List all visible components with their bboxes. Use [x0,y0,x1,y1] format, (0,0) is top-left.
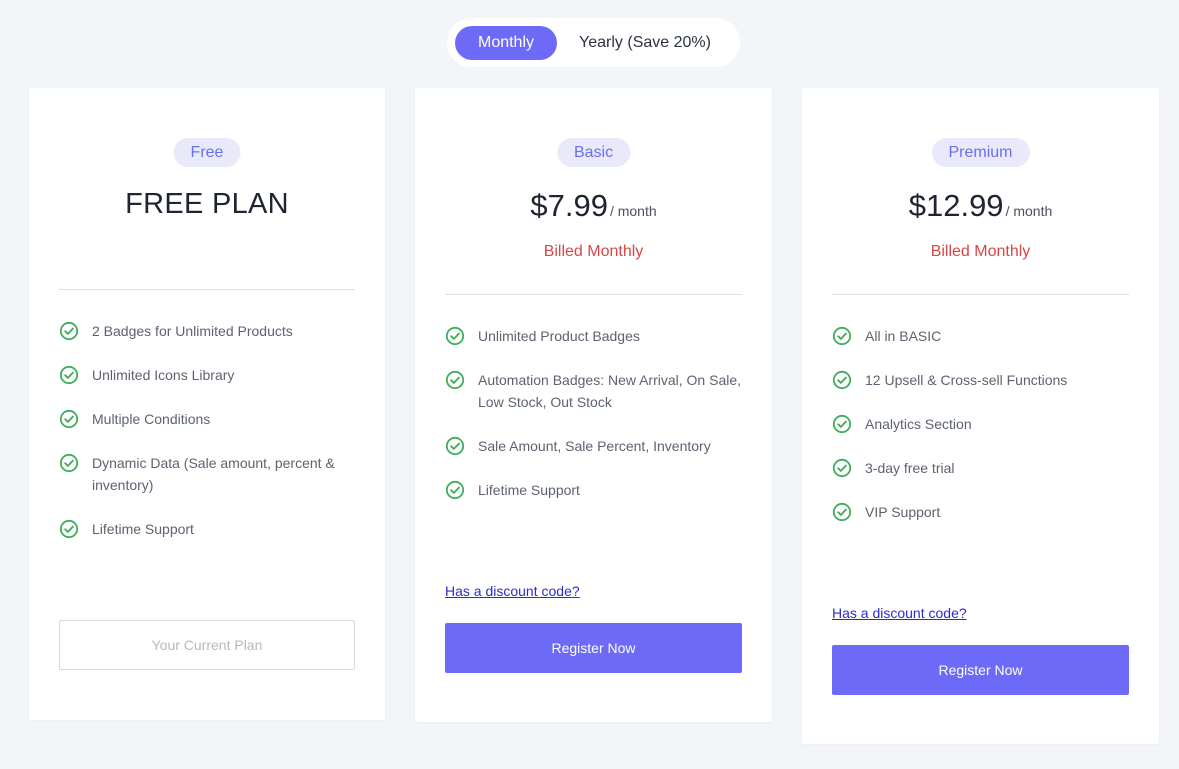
feature-item: Lifetime Support [59,518,355,540]
register-button[interactable]: Register Now [445,623,742,673]
billing-note: Billed Monthly [930,243,1031,260]
feature-item: 2 Badges for Unlimited Products [59,320,355,342]
divider [59,289,355,290]
feature-text: Analytics Section [865,416,972,432]
feature-list: Unlimited Product Badges Automation Badge… [445,325,742,523]
plan-badge: Basic [556,138,631,167]
feature-item: Multiple Conditions [59,408,355,430]
plan-badge: Free [173,138,241,167]
feature-list: 2 Badges for Unlimited Products Unlimited… [59,320,355,562]
feature-text: VIP Support [865,504,941,520]
feature-item: Lifetime Support [445,479,742,501]
feature-item: Sale Amount, Sale Percent, Inventory [445,435,742,457]
feature-item: Dynamic Data (Sale amount, percent & inv… [59,452,355,496]
feature-text: 2 Badges for Unlimited Products [92,323,293,339]
check-circle-icon [832,370,852,390]
feature-text: Unlimited Icons Library [92,367,235,383]
divider [445,294,742,295]
monthly-toggle-button[interactable]: Monthly [455,26,557,60]
plan-card-premium: Premium $12.99/ month Billed Monthly All… [802,88,1159,744]
feature-item: 3-day free trial [832,457,1129,479]
plan-title: FREE PLAN [125,188,289,220]
plan-card-basic: Basic $7.99/ month Billed Monthly Unlimi… [415,88,772,722]
feature-text: Unlimited Product Badges [478,328,640,344]
feature-item: Unlimited Icons Library [59,364,355,386]
feature-text: Lifetime Support [92,521,194,537]
feature-list: All in BASIC 12 Upsell & Cross-sell Funct… [832,325,1129,545]
price-row: $7.99/ month [415,188,772,224]
billing-toggle: Monthly Yearly (Save 20%) [447,18,740,67]
check-circle-icon [59,409,79,429]
check-circle-icon [832,414,852,434]
price-row: $12.99/ month [802,188,1159,224]
feature-item: Unlimited Product Badges [445,325,742,347]
current-plan-button[interactable]: Your Current Plan [59,620,355,670]
yearly-toggle-button[interactable]: Yearly (Save 20%) [565,26,725,60]
feature-text: 3-day free trial [865,460,955,476]
feature-text: Lifetime Support [478,482,580,498]
check-circle-icon [832,458,852,478]
divider [832,294,1129,295]
feature-item: VIP Support [832,501,1129,523]
feature-item: Automation Badges: New Arrival, On Sale,… [445,369,742,413]
discount-code-link[interactable]: Has a discount code? [832,605,967,621]
check-circle-icon [445,326,465,346]
feature-text: Multiple Conditions [92,411,211,427]
check-circle-icon [445,436,465,456]
plan-card-free: Free FREE PLAN 2 Badges for Unlimited Pr… [29,88,385,720]
check-circle-icon [445,370,465,390]
feature-item: All in BASIC [832,325,1129,347]
plan-badge: Premium [931,138,1030,167]
register-button[interactable]: Register Now [832,645,1129,695]
discount-code-link[interactable]: Has a discount code? [445,583,580,599]
check-circle-icon [59,519,79,539]
check-circle-icon [59,365,79,385]
check-circle-icon [59,321,79,341]
billing-note: Billed Monthly [543,243,644,260]
feature-text: All in BASIC [865,328,942,344]
feature-item: 12 Upsell & Cross-sell Functions [832,369,1129,391]
price-amount: $12.99 [908,188,1004,223]
feature-text: Sale Amount, Sale Percent, Inventory [478,438,711,454]
feature-item: Analytics Section [832,413,1129,435]
feature-text: Dynamic Data (Sale amount, percent & inv… [92,455,335,493]
price-amount: $7.99 [530,188,608,223]
price-period: / month [1005,203,1053,219]
check-circle-icon [832,326,852,346]
check-circle-icon [445,480,465,500]
check-circle-icon [59,453,79,473]
feature-text: 12 Upsell & Cross-sell Functions [865,372,1068,388]
feature-text: Automation Badges: New Arrival, On Sale,… [478,372,742,410]
check-circle-icon [832,502,852,522]
price-period: / month [609,203,657,219]
